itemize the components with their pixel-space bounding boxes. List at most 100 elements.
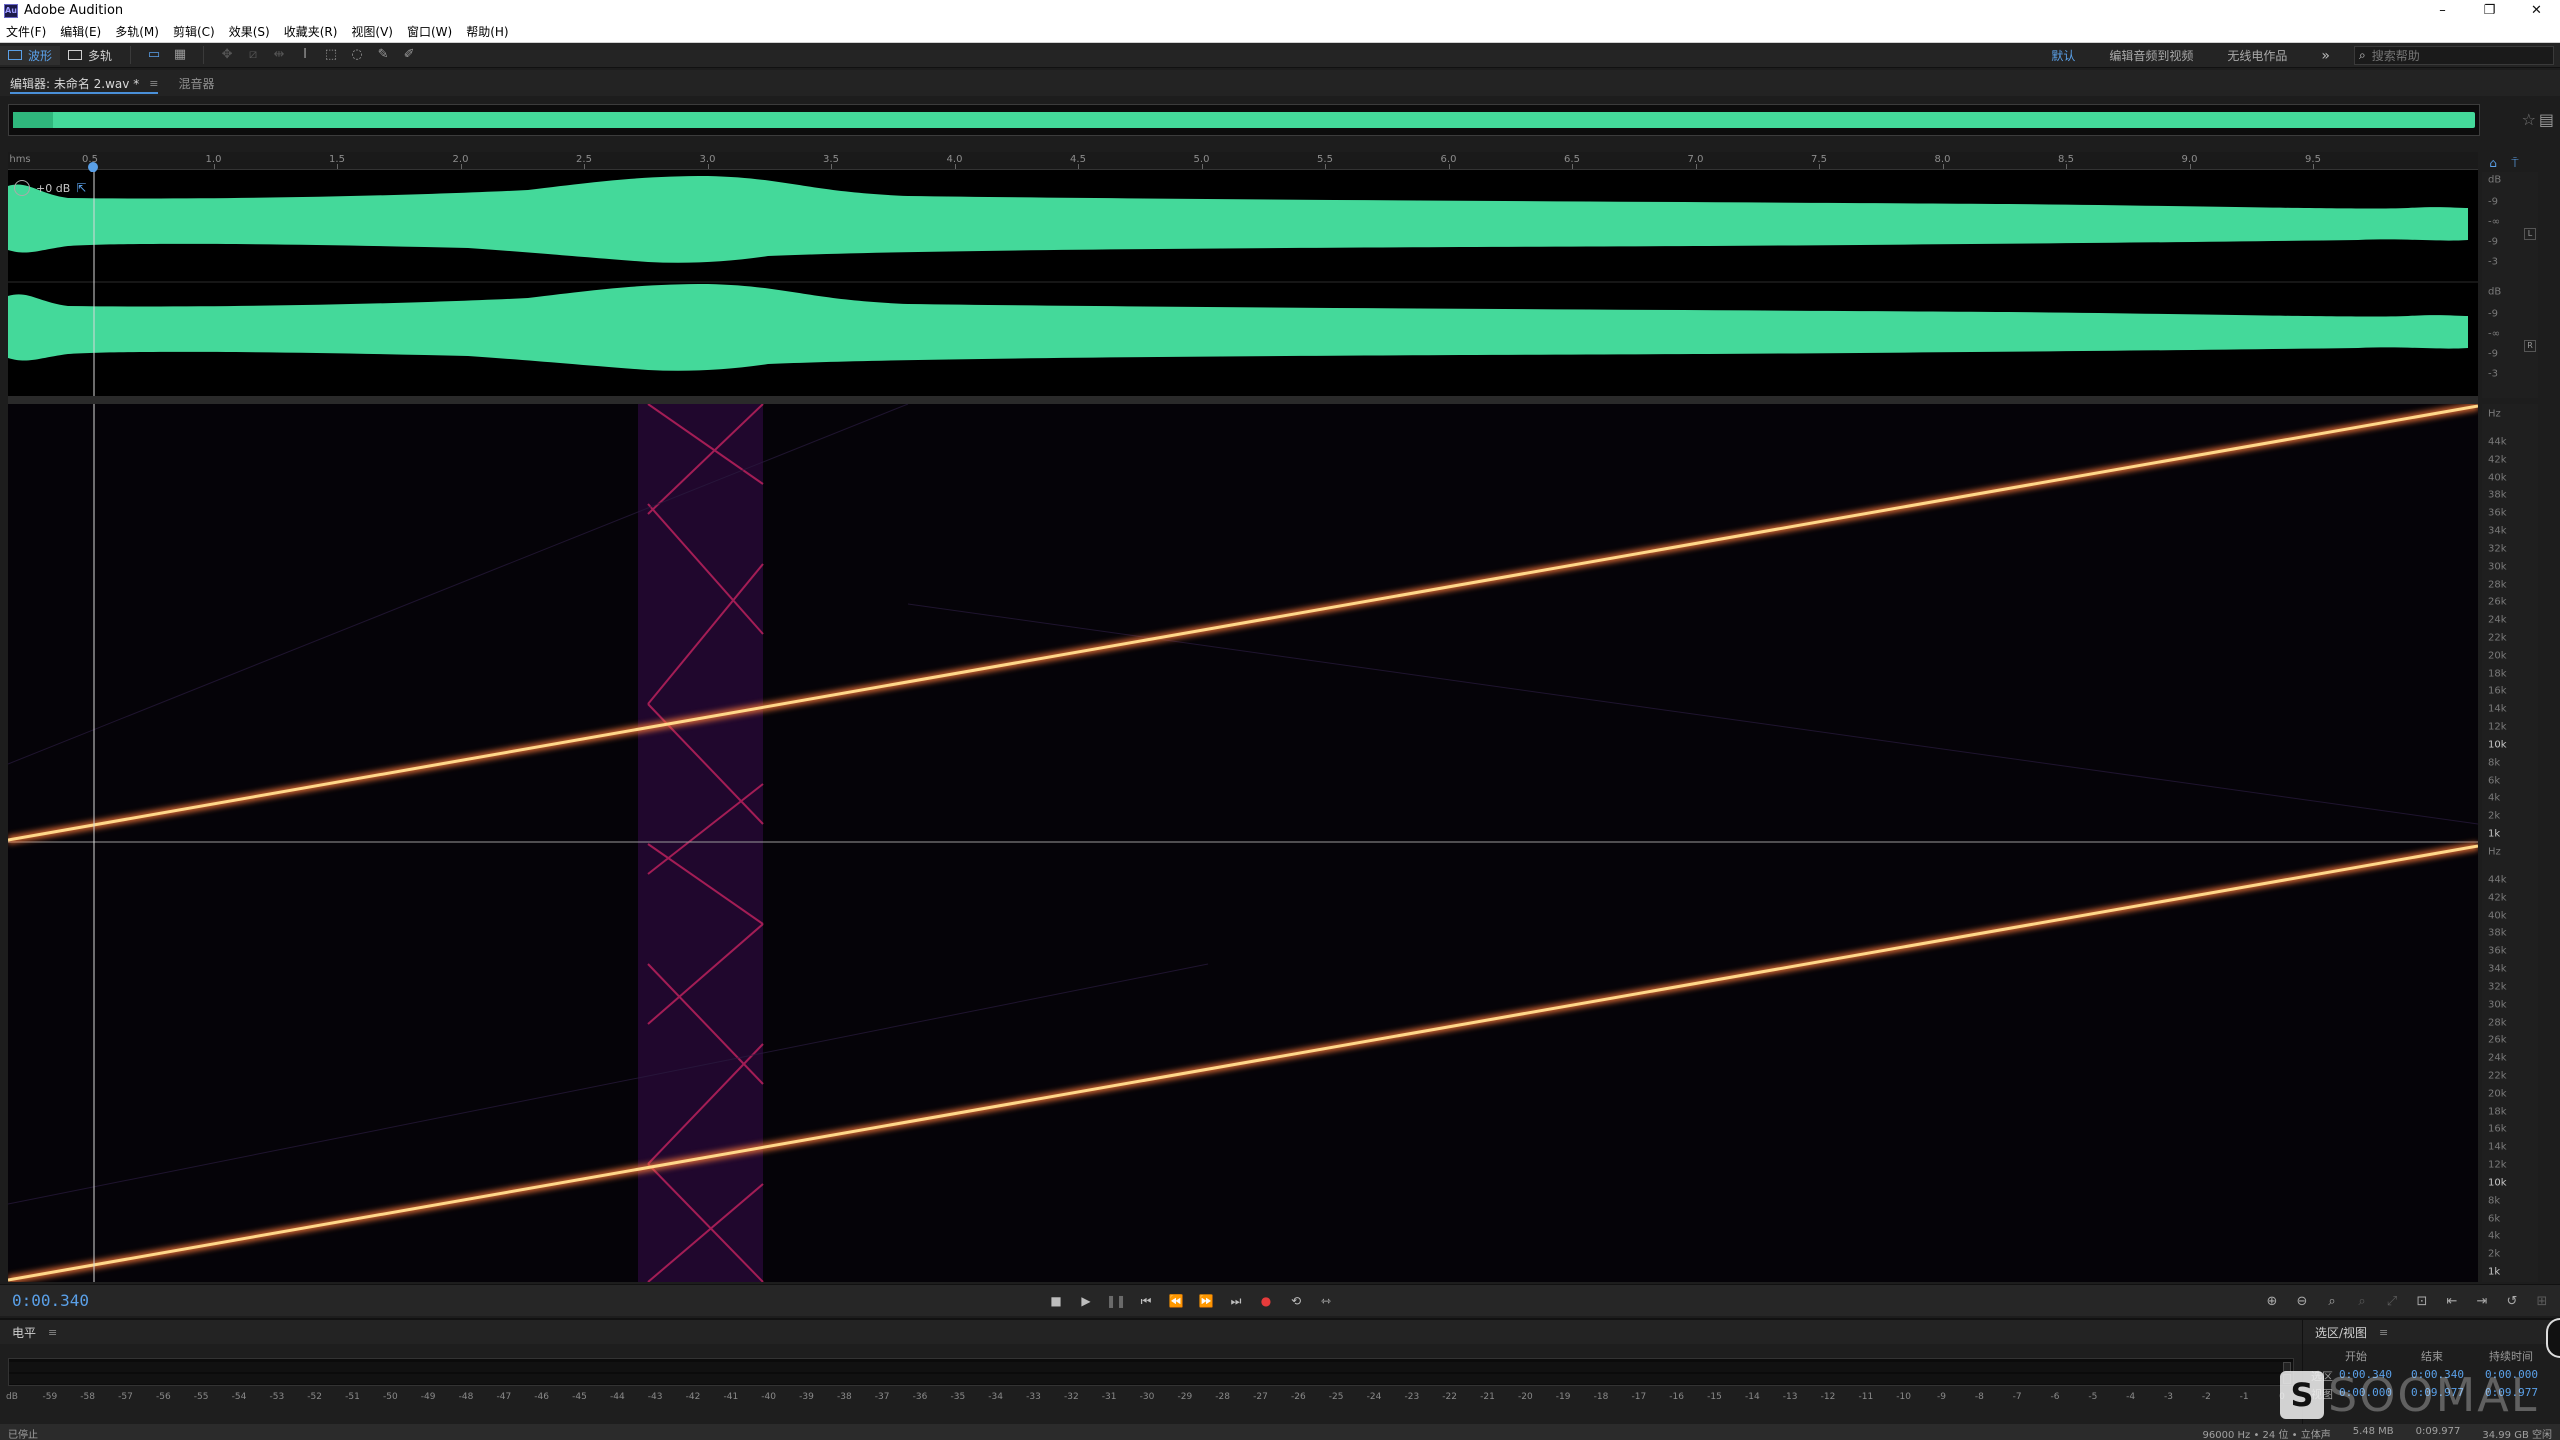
play-button[interactable]: ▶ <box>1076 1291 1096 1311</box>
menu-clip[interactable]: 剪辑(C) <box>173 23 215 40</box>
time-ruler[interactable]: hms 0.5 1.0 1.5 2.0 2.5 3.0 3.5 4.0 4.5 5.0 5.5 6.0… <box>8 152 2478 170</box>
go-to-end-button[interactable]: ⏭ <box>1226 1291 1246 1311</box>
ruler-tick <box>337 164 338 169</box>
menu-view[interactable]: 视图(V) <box>351 23 393 40</box>
hud-pin-icon[interactable]: ⇱ <box>76 181 86 195</box>
zoom-selection-icon[interactable]: ⊡ <box>2412 1291 2432 1311</box>
ruler-tick <box>1201 164 1203 169</box>
spectral-view-icon[interactable]: ▦ <box>172 47 188 63</box>
db-tick-label: -9 <box>2488 236 2498 248</box>
panel-menu-icon[interactable]: ≡ <box>2379 1326 2388 1339</box>
minimize-button[interactable]: – <box>2419 0 2466 21</box>
channel-right-toggle[interactable]: R <box>2524 340 2536 352</box>
zoom-out-time-icon[interactable]: ⌕ <box>2352 1291 2372 1311</box>
db-tick-label: -9 <box>2488 348 2498 360</box>
lasso-tool-icon[interactable]: ◌ <box>349 47 365 63</box>
zoom-in-time-icon[interactable]: ⌕ <box>2322 1291 2342 1311</box>
menu-window[interactable]: 窗口(W) <box>407 23 452 40</box>
zoom-extra-icon[interactable]: ⊞ <box>2532 1291 2552 1311</box>
waveform-mode-label: 波形 <box>28 48 53 63</box>
current-time[interactable]: 0:00.340 <box>12 1291 89 1310</box>
razor-tool-icon[interactable]: ⧄ <box>245 47 261 63</box>
hz-tick-label: 22k <box>2488 1070 2507 1082</box>
menu-effects[interactable]: 效果(S) <box>229 23 270 40</box>
ruler-tick <box>954 164 956 169</box>
zoom-out-amplitude-icon[interactable]: ⊖ <box>2292 1291 2312 1311</box>
channel-left-toggle[interactable]: L <box>2524 228 2536 240</box>
meter-scale-label: -40 <box>761 1392 777 1402</box>
meter-scale-label: dB <box>6 1392 18 1402</box>
zoom-in-left-icon[interactable]: ⇤ <box>2442 1291 2462 1311</box>
help-search-input[interactable] <box>2371 48 2542 63</box>
ruler-tick <box>2313 164 2314 169</box>
star-icon[interactable]: ☆ <box>2522 110 2536 129</box>
hz-tick-label: 28k <box>2488 1017 2507 1029</box>
tab-mixer[interactable]: 混音器 <box>168 70 224 96</box>
meter-scale-label: -46 <box>534 1392 550 1402</box>
meter-scale-label: -30 <box>1139 1392 1155 1402</box>
meter-scale-label: -25 <box>1328 1392 1344 1402</box>
side-dock-handle[interactable] <box>2546 1318 2560 1358</box>
rewind-button[interactable]: ⏪ <box>1166 1291 1186 1311</box>
waveform-mode-button[interactable]: 波形 <box>0 45 61 65</box>
menu-help[interactable]: 帮助(H) <box>466 23 508 40</box>
multitrack-mode-button[interactable]: 多轨 <box>60 46 120 65</box>
spectral-display[interactable] <box>7 402 2479 1284</box>
time-selection-tool-icon[interactable]: I <box>297 47 313 63</box>
hz-tick-label: 18k <box>2488 1106 2507 1118</box>
workspace-more-icon[interactable]: » <box>2321 48 2330 64</box>
zoom-full-icon[interactable]: ⤢ <box>2382 1291 2402 1311</box>
brush-tool-icon[interactable]: ✎ <box>375 47 391 63</box>
tab-editor[interactable]: 编辑器: 未命名 2.wav * ≡ <box>0 70 168 96</box>
panel-options-icon[interactable]: ▤ <box>2539 110 2554 129</box>
hz-unit-label: Hz <box>2488 846 2501 858</box>
overview-viewport-handle[interactable] <box>13 112 53 128</box>
meter-scale-label: -48 <box>458 1392 474 1402</box>
view-splitter[interactable] <box>8 396 2478 404</box>
workspace-radio[interactable]: 无线电作品 <box>2227 47 2287 64</box>
fast-forward-button[interactable]: ⏩ <box>1196 1291 1216 1311</box>
zoom-navigator[interactable] <box>8 104 2480 136</box>
bottom-panels: 电平 ≡ dB -59 -58 -57 -56 -55 -54 -53 -52 -51 -50 -49… <box>0 1318 2560 1426</box>
zoom-reset-icon[interactable]: ↺ <box>2502 1291 2522 1311</box>
meter-scale-label: -12 <box>1820 1392 1836 1402</box>
menu-file[interactable]: 文件(F) <box>6 23 46 40</box>
snap-icon[interactable]: ⌂ <box>2486 156 2500 170</box>
ruler-tick <box>707 164 709 169</box>
loop-button[interactable]: ⟲ <box>1286 1291 1306 1311</box>
meter-scale-label: -39 <box>799 1392 814 1402</box>
close-button[interactable]: ✕ <box>2513 0 2560 21</box>
zoom-in-amplitude-icon[interactable]: ⊕ <box>2262 1291 2282 1311</box>
hz-tick-label: 20k <box>2488 1088 2507 1100</box>
panel-menu-icon[interactable]: ≡ <box>48 1326 57 1339</box>
move-tool-icon[interactable]: ✥ <box>219 47 235 63</box>
marquee-tool-icon[interactable]: ⬚ <box>323 47 339 63</box>
waveform-view-icon[interactable]: ▭ <box>146 47 162 63</box>
waveform-display[interactable] <box>8 172 2478 398</box>
skip-selection-button[interactable]: ⇿ <box>1316 1291 1336 1311</box>
slip-tool-icon[interactable]: ⇹ <box>271 47 287 63</box>
zoom-in-right-icon[interactable]: ⇥ <box>2472 1291 2492 1311</box>
maximize-button[interactable]: ❐ <box>2466 0 2513 21</box>
menu-multitrack[interactable]: 多轨(M) <box>115 23 159 40</box>
workspace-default[interactable]: 默认 <box>2051 47 2075 64</box>
pause-button[interactable]: ❚❚ <box>1106 1291 1126 1311</box>
healing-brush-icon[interactable]: ✐ <box>401 47 417 63</box>
meter-scale-label: -17 <box>1631 1392 1647 1402</box>
go-to-start-button[interactable]: ⏮ <box>1136 1291 1156 1311</box>
pin-icon[interactable]: ⍑ <box>2508 156 2522 170</box>
col-start: 开始 <box>2345 1350 2367 1363</box>
meter-scale-label: -1 <box>2239 1392 2249 1402</box>
workspace-video[interactable]: 编辑音频到视频 <box>2109 47 2193 64</box>
meter-scale-label: -29 <box>1177 1392 1193 1402</box>
record-button[interactable]: ● <box>1256 1291 1276 1311</box>
status-free-space: 34.99 GB 空闲 <box>2482 1430 2552 1440</box>
menu-favorites[interactable]: 收藏夹(R) <box>284 23 338 40</box>
menu-edit[interactable]: 编辑(E) <box>60 23 101 40</box>
overview-waveform <box>13 112 2475 128</box>
meter-scale-label: -59 <box>42 1392 58 1402</box>
panel-menu-icon[interactable]: ≡ <box>149 77 158 90</box>
volume-knob-icon[interactable] <box>14 180 30 196</box>
stop-button[interactable]: ■ <box>1046 1291 1066 1311</box>
search-icon: ⌕ <box>2359 48 2366 62</box>
